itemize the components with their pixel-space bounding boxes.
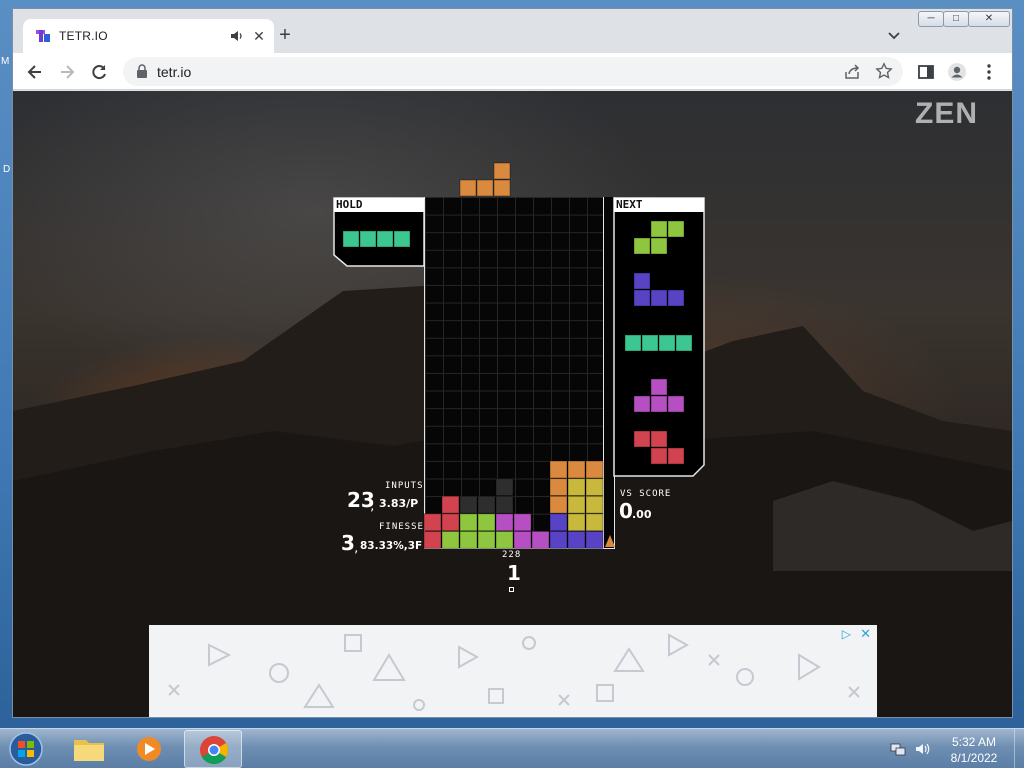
hold-piece-block bbox=[359, 230, 377, 248]
tab-tetrio[interactable]: TETR.IO ✕ bbox=[23, 19, 274, 53]
clock-date[interactable]: 8/1/2022 bbox=[940, 751, 1008, 765]
next-piece-block bbox=[650, 395, 668, 413]
hold-piece bbox=[342, 230, 411, 248]
next-piece-block bbox=[667, 289, 685, 307]
chrome-icon bbox=[200, 736, 228, 764]
show-desktop-button[interactable] bbox=[1014, 729, 1024, 768]
active-piece-block bbox=[493, 162, 511, 180]
next-piece-block bbox=[667, 395, 685, 413]
level-small: 228 bbox=[502, 550, 522, 560]
hold-panel: HOLD bbox=[333, 197, 425, 267]
ad-banner[interactable]: ▷ ✕ bbox=[149, 625, 877, 717]
kebab-menu-icon[interactable] bbox=[979, 62, 999, 82]
desktop-edge-label: D bbox=[3, 164, 11, 175]
ad-close-icon[interactable]: ✕ bbox=[860, 626, 871, 642]
vs-score-int: 0 bbox=[619, 499, 633, 523]
active-piece-block bbox=[459, 179, 477, 197]
next-piece-block bbox=[624, 334, 642, 352]
next-piece-block bbox=[650, 430, 668, 448]
next-piece-block bbox=[650, 289, 668, 307]
vs-score-dec: .00 bbox=[632, 508, 652, 521]
next-piece-block bbox=[667, 447, 685, 465]
inputs-rate: 3.83/P bbox=[379, 497, 419, 510]
minimize-button[interactable]: ─ bbox=[918, 11, 944, 27]
forward-arrow-icon[interactable] bbox=[57, 62, 77, 82]
level-big: 1 bbox=[507, 561, 521, 585]
next-piece-block bbox=[667, 220, 685, 238]
taskbar-explorer-button[interactable] bbox=[60, 730, 118, 768]
next-piece-block bbox=[633, 395, 651, 413]
taskbar-chrome-button[interactable] bbox=[184, 730, 242, 768]
back-arrow-icon[interactable] bbox=[25, 62, 45, 82]
next-piece-block bbox=[633, 289, 651, 307]
tetrio-game-page[interactable]: ZEN HOLD NEXT INPUTS 23 , 3.83/P FINESSE… bbox=[13, 91, 1012, 717]
tetrio-favicon-icon bbox=[36, 30, 50, 42]
address-bar[interactable]: tetr.io bbox=[123, 57, 903, 86]
maximize-button[interactable]: □ bbox=[943, 11, 969, 27]
hold-piece-block bbox=[393, 230, 411, 248]
volume-icon[interactable] bbox=[914, 741, 930, 757]
desktop-edge-label: M bbox=[1, 56, 10, 67]
clock-time[interactable]: 5:32 AM bbox=[940, 735, 1008, 749]
close-window-button[interactable]: ✕ bbox=[968, 11, 1010, 27]
chevron-down-icon[interactable] bbox=[886, 27, 902, 43]
finesse-label: FINESSE bbox=[379, 522, 424, 532]
speaker-icon[interactable] bbox=[229, 28, 245, 44]
level-indicator bbox=[509, 587, 514, 592]
hold-piece-block bbox=[376, 230, 394, 248]
share-icon[interactable] bbox=[843, 63, 861, 81]
next-piece-block bbox=[641, 334, 659, 352]
tab-strip: TETR.IO ✕ + ─ □ ✕ bbox=[13, 9, 1012, 53]
next-piece-block bbox=[658, 334, 676, 352]
active-piece-block bbox=[493, 179, 511, 197]
ad-pattern bbox=[168, 633, 860, 711]
reload-icon[interactable] bbox=[89, 62, 109, 82]
taskbar-media-player-button[interactable] bbox=[120, 730, 178, 768]
next-piece-block bbox=[633, 430, 651, 448]
tetris-board bbox=[424, 197, 604, 549]
next-queue-panel: NEXT bbox=[613, 197, 705, 477]
hold-piece-block bbox=[342, 230, 360, 248]
inputs-label: INPUTS bbox=[385, 481, 424, 491]
active-piece-block bbox=[476, 179, 494, 197]
network-icon[interactable] bbox=[890, 741, 906, 757]
profile-avatar-icon[interactable] bbox=[947, 62, 967, 82]
next-piece-block bbox=[650, 447, 668, 465]
next-queue-pieces bbox=[624, 220, 693, 465]
adchoices-icon[interactable]: ▷ bbox=[842, 627, 851, 641]
browser-toolbar: tetr.io bbox=[13, 53, 1012, 90]
browser-window: TETR.IO ✕ + ─ □ ✕ tetr.io ZEN HOLD NEXT … bbox=[12, 8, 1013, 718]
next-piece-block bbox=[633, 272, 651, 290]
next-piece-block bbox=[633, 237, 651, 255]
windows-start-icon[interactable] bbox=[6, 730, 46, 768]
new-tab-button[interactable]: + bbox=[275, 25, 295, 45]
next-piece-block bbox=[650, 237, 668, 255]
tab-title: TETR.IO bbox=[59, 29, 108, 43]
media-player-icon bbox=[137, 737, 161, 761]
next-piece-block bbox=[650, 378, 668, 396]
url-text[interactable]: tetr.io bbox=[157, 64, 191, 80]
folder-icon bbox=[74, 740, 104, 761]
taskbar: 5:32 AM 8/1/2022 bbox=[0, 728, 1024, 768]
side-panel-icon[interactable] bbox=[916, 62, 936, 82]
next-piece-block bbox=[675, 334, 693, 352]
inputs-comma: , bbox=[369, 500, 377, 513]
next-piece-block bbox=[650, 220, 668, 238]
tab-close-icon[interactable]: ✕ bbox=[251, 28, 267, 44]
bookmark-star-icon[interactable] bbox=[875, 62, 893, 80]
lock-icon[interactable] bbox=[135, 64, 149, 79]
finesse-detail: 83.33%,3F bbox=[360, 540, 423, 552]
game-mode-label: ZEN bbox=[915, 97, 978, 130]
vs-score-label: VS SCORE bbox=[620, 489, 672, 499]
